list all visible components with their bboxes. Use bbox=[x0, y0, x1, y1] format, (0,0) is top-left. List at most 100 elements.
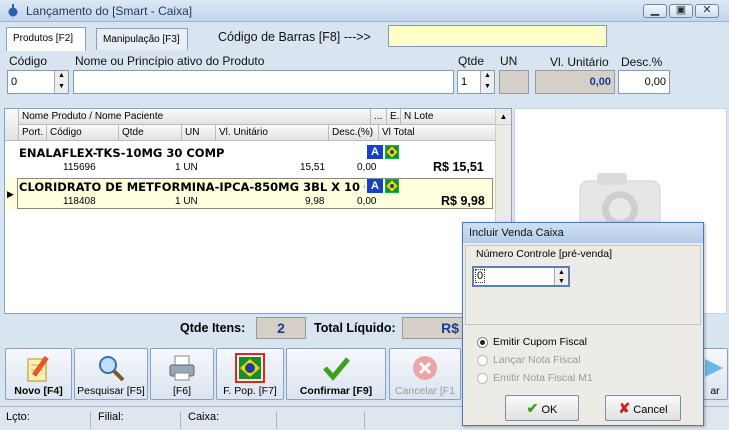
lancar-nota-radio[interactable] bbox=[477, 355, 488, 366]
grid-header-lote[interactable]: N Lote bbox=[401, 109, 497, 125]
row-qtde: 1 UN bbox=[175, 196, 198, 207]
row-codigo: 115696 bbox=[63, 162, 96, 173]
row-desc: 0,00 bbox=[357, 162, 377, 173]
maximize-icon: ▣ bbox=[675, 4, 687, 16]
codigo-value: 0 bbox=[11, 76, 18, 88]
farmacia-popular-button[interactable]: F. Pop. [F7] bbox=[216, 348, 284, 400]
grid-header-un[interactable]: UN bbox=[182, 125, 216, 141]
table-row[interactable]: ENALAFLEX-TKS-10MG 30 COMP A 115696 1 UN… bbox=[5, 142, 497, 176]
codigo-label: Código bbox=[9, 54, 48, 68]
confirmar-label: Confirmar [F9] bbox=[299, 385, 373, 397]
numero-controle-group: Número Controle [pré-venda] 0 ▲ ▼ bbox=[465, 245, 701, 325]
sair-label: ar bbox=[710, 385, 720, 397]
ok-button[interactable]: ✔ OK bbox=[505, 395, 579, 421]
barcode-label: Código de Barras [F8] --->> bbox=[218, 30, 371, 44]
app-icon bbox=[8, 4, 18, 17]
items-grid[interactable]: Nome Produto / Nome Paciente ... E. N Lo… bbox=[4, 108, 512, 314]
emitir-cupom-radio[interactable] bbox=[477, 337, 488, 348]
qtde-itens-label: Qtde Itens: bbox=[180, 321, 246, 335]
row-selected-indicator-icon: ▶ bbox=[7, 189, 14, 199]
grid-header-port[interactable]: Port. bbox=[19, 125, 47, 141]
status-caixa: Caixa: bbox=[188, 411, 220, 423]
print-button[interactable]: [F6] bbox=[150, 348, 214, 400]
pesquisar-label: Pesquisar [F5] bbox=[77, 385, 145, 397]
scroll-up-icon[interactable]: ▲ bbox=[496, 109, 511, 125]
cancel-label: Cancel bbox=[633, 404, 668, 416]
row-badge: A bbox=[367, 179, 383, 193]
novo-button[interactable]: Novo [F4] bbox=[5, 348, 72, 400]
barcode-input[interactable] bbox=[388, 25, 607, 47]
row-codigo: 118408 bbox=[63, 196, 96, 207]
numero-controle-input[interactable]: 0 ▲ ▼ bbox=[472, 266, 570, 287]
total-liquido-value: R$ bbox=[402, 317, 464, 339]
vl-unitario-label: Vl. Unitário bbox=[550, 55, 609, 69]
grid-indicator-header bbox=[5, 109, 19, 141]
codigo-spinner[interactable]: ▲ ▼ bbox=[54, 71, 68, 93]
notepad-pencil-icon bbox=[27, 355, 49, 382]
row-badge: A bbox=[367, 145, 383, 159]
status-separator bbox=[364, 411, 365, 429]
checkmark-icon bbox=[323, 357, 350, 381]
grid-header-nome[interactable]: Nome Produto / Nome Paciente bbox=[19, 109, 371, 125]
close-icon: ✕ bbox=[702, 4, 712, 16]
status-separator bbox=[90, 411, 91, 429]
codigo-field[interactable]: 0 ▲ ▼ bbox=[7, 70, 69, 94]
lancar-nota-label: Lançar Nota Fiscal bbox=[493, 354, 581, 366]
title-bar: Lançamento do [Smart - Caixa] ▁ ▣ ✕ bbox=[0, 0, 729, 22]
x-icon: ✘ bbox=[618, 400, 631, 416]
maximize-button[interactable]: ▣ bbox=[669, 4, 693, 18]
emitir-cupom-label: Emitir Cupom Fiscal bbox=[493, 336, 587, 348]
nome-field[interactable] bbox=[73, 70, 454, 94]
close-button[interactable]: ✕ bbox=[695, 4, 719, 18]
minimize-button[interactable]: ▁ bbox=[643, 4, 667, 18]
numero-controle-label: Número Controle [pré-venda] bbox=[476, 248, 612, 260]
ok-label: OK bbox=[541, 404, 558, 416]
status-separator bbox=[276, 411, 277, 429]
qtde-value: 1 bbox=[461, 76, 468, 88]
qtde-spinner[interactable]: ▲ ▼ bbox=[480, 71, 494, 93]
tab-manipulacao[interactable]: Manipulação [F3] bbox=[96, 28, 188, 50]
pesquisar-button[interactable]: Pesquisar [F5] bbox=[74, 348, 148, 400]
desc-label: Desc.% bbox=[621, 55, 663, 69]
grid-header-codigo[interactable]: Código bbox=[47, 125, 119, 141]
status-filial: Filial: bbox=[98, 411, 124, 423]
desc-field[interactable]: 0,00 bbox=[618, 70, 670, 94]
grid-header-total[interactable]: Vl Total bbox=[379, 125, 497, 141]
grid-header-e[interactable]: E. bbox=[387, 109, 401, 125]
confirmar-button[interactable]: Confirmar [F9] bbox=[286, 348, 386, 400]
status-lcto: Lçto: bbox=[6, 411, 30, 423]
arrow-icon bbox=[705, 359, 723, 377]
row-total: R$ 9,98 bbox=[441, 194, 485, 208]
brazil-flag-icon bbox=[235, 353, 265, 383]
window-title: Lançamento do [Smart - Caixa] bbox=[26, 4, 193, 18]
grid-header-desc[interactable]: Desc.(%) bbox=[329, 125, 379, 141]
row-vl-unitario: 9,98 bbox=[305, 196, 325, 207]
vl-unitario-field: 0,00 bbox=[535, 70, 615, 94]
un-field bbox=[499, 70, 529, 94]
grid-header-qtde[interactable]: Qtde bbox=[119, 125, 182, 141]
row-total: R$ 15,51 bbox=[433, 160, 484, 174]
nome-label: Nome ou Princípio ativo do Produto bbox=[75, 54, 265, 68]
cancelar-label: Cancelar [F1 bbox=[394, 385, 456, 397]
magnifier-icon bbox=[99, 356, 125, 382]
check-icon: ✔ bbox=[526, 400, 539, 416]
cancel-button[interactable]: ✘ Cancel bbox=[605, 395, 681, 421]
cancelar-button[interactable]: Cancelar [F1 bbox=[389, 348, 461, 400]
incluir-venda-dialog: Incluir Venda Caixa Número Controle [pré… bbox=[462, 222, 704, 426]
brazil-flag-icon bbox=[385, 145, 399, 159]
tab-produtos[interactable]: Produtos [F2] bbox=[6, 27, 86, 51]
qtde-label: Qtde bbox=[458, 54, 485, 68]
numero-controle-value: 0 bbox=[474, 269, 486, 283]
qtde-field[interactable]: 1 ▲ ▼ bbox=[457, 70, 495, 94]
grid-header-vl-unitario[interactable]: Vl. Unitário bbox=[216, 125, 329, 141]
minimize-icon: ▁ bbox=[650, 4, 660, 16]
row-product-name: ENALAFLEX-TKS-10MG 30 COMP bbox=[19, 146, 225, 160]
qtde-itens-value: 2 bbox=[256, 317, 306, 339]
emitir-nota-m1-radio[interactable] bbox=[477, 373, 488, 384]
grid-header-dots[interactable]: ... bbox=[371, 109, 387, 125]
numero-controle-spinner[interactable]: ▲ ▼ bbox=[554, 268, 568, 285]
brazil-flag-icon bbox=[385, 179, 399, 193]
row-vl-unitario: 15,51 bbox=[300, 162, 326, 173]
print-label: [F6] bbox=[172, 385, 192, 397]
table-row[interactable]: ▶ CLORIDRATO DE METFORMINA-IPCA-850MG 3B… bbox=[5, 177, 497, 210]
